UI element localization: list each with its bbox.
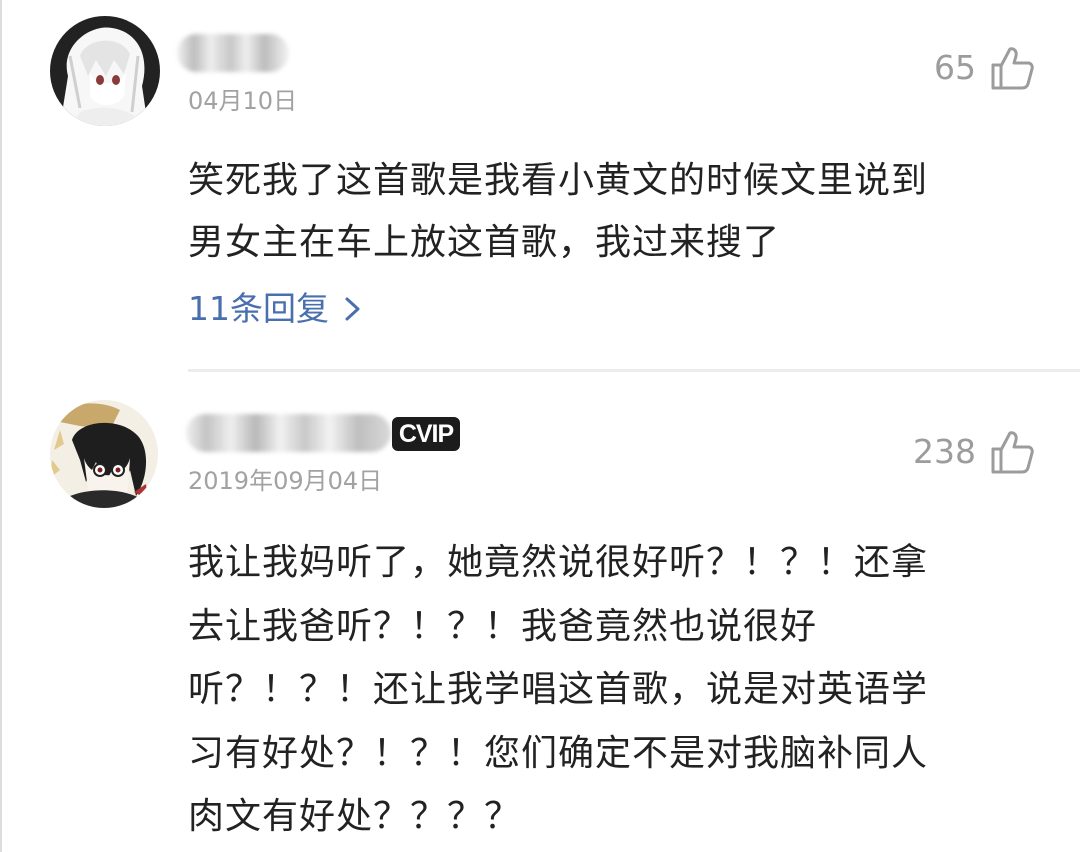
user-avatar[interactable]	[50, 16, 160, 126]
user-avatar[interactable]	[50, 400, 158, 508]
like-button[interactable]: 65	[934, 44, 1036, 92]
comment-text-line: 习有好处？！？！您们确定不是对我脑补同人	[188, 732, 929, 774]
comment-text-line: 笑死我了这首歌是我看小黄文的时候文里说到	[188, 160, 929, 201]
comment-text: 我让我妈听了，她竟然说很好听？！？！还拿 去让我爸听？！？！我爸竟然也说很好 听…	[188, 531, 1040, 849]
like-count: 238	[913, 432, 976, 471]
comment-list: 04月10日 65 笑死我了这首歌是我看小黄文的时候文里说到 男女主在车上放这首…	[0, 0, 1080, 852]
anime-boy-avatar-image	[50, 400, 158, 508]
like-button[interactable]: 238	[913, 428, 1036, 476]
comment-text-line: 男女主在车上放这首歌，我过来搜了	[188, 222, 781, 263]
username-blurred[interactable]	[186, 414, 391, 452]
comment-item: 04月10日 65 笑死我了这首歌是我看小黄文的时候文里说到 男女主在车上放这首…	[2, 0, 1080, 372]
comment-text-line: 我让我妈听了，她竟然说很好听？！？！还拿	[188, 542, 929, 583]
like-count: 65	[934, 48, 976, 87]
chevron-right-icon	[345, 297, 360, 321]
comment-text-line: 肉文有好处？？？？	[188, 796, 522, 837]
comment-text-line: 去让我爸听？！？！我爸竟然也说很好	[188, 605, 818, 647]
anime-girl-avatar-image	[50, 16, 160, 126]
comment-item: CVIP 2019年09月04日 238 我让我妈听了，她竟然说很好听？！？！还…	[2, 370, 1080, 852]
vip-badge: CVIP	[392, 417, 460, 451]
view-replies-link[interactable]: 11条回复	[188, 287, 365, 331]
comment-text: 笑死我了这首歌是我看小黄文的时候文里说到 男女主在车上放这首歌，我过来搜了	[188, 150, 1040, 274]
comment-date: 04月10日	[188, 87, 298, 115]
comment-text-line: 听？！？！还让我学唱这首歌，说是对英语学	[188, 669, 929, 710]
thumbs-up-icon	[991, 431, 1034, 474]
replies-label: 11条回复	[188, 289, 329, 328]
username-blurred[interactable]	[177, 34, 289, 72]
comment-date: 2019年09月04日	[188, 467, 383, 495]
thumbs-up-icon	[991, 47, 1034, 90]
